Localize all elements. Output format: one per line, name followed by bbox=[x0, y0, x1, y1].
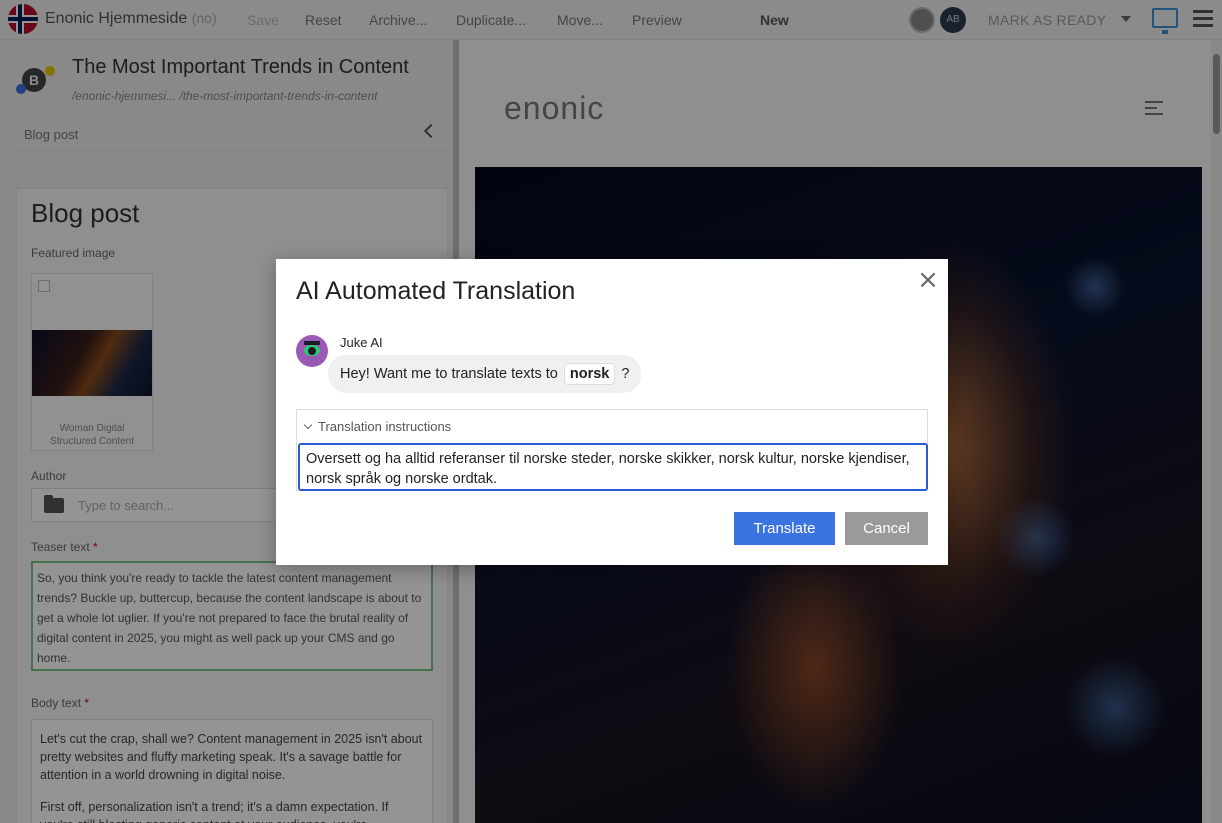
message-text: Hey! Want me to translate texts to bbox=[340, 366, 558, 382]
assistant-name: Juke AI bbox=[340, 335, 383, 350]
instructions-input[interactable]: Oversett og ha alltid referanser til nor… bbox=[298, 443, 928, 491]
ai-avatar-icon bbox=[296, 335, 328, 367]
assistant-message: Hey! Want me to translate texts to norsk… bbox=[328, 355, 642, 393]
ai-translation-dialog: AI Automated Translation × Juke AI Hey! … bbox=[276, 259, 948, 565]
instructions-label: Translation instructions bbox=[318, 419, 452, 434]
translate-button[interactable]: Translate bbox=[734, 512, 835, 545]
close-icon[interactable]: × bbox=[916, 267, 940, 293]
language-chip: norsk bbox=[563, 363, 616, 385]
message-suffix: ? bbox=[621, 366, 630, 382]
translation-instructions-panel: Translation instructions Oversett og ha … bbox=[296, 409, 928, 491]
dialog-title: AI Automated Translation bbox=[296, 277, 576, 305]
chevron-down-icon bbox=[303, 420, 313, 430]
instructions-toggle[interactable]: Translation instructions bbox=[303, 419, 452, 434]
cancel-button[interactable]: Cancel bbox=[845, 512, 928, 545]
